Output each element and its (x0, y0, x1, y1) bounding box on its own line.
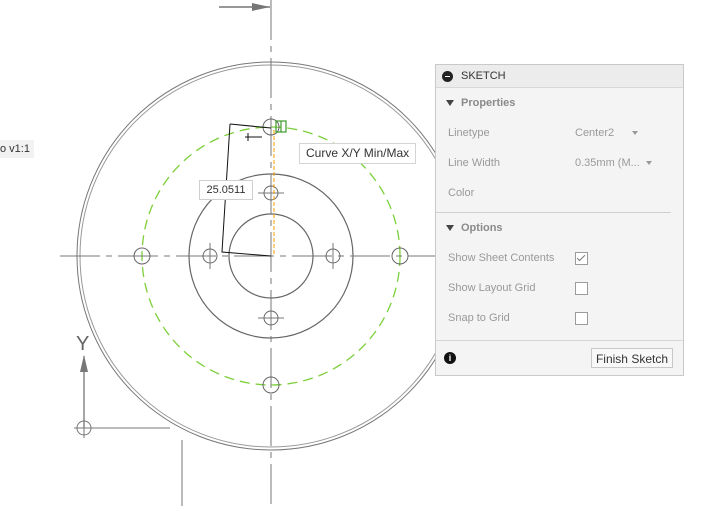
sketch-panel-title: SKETCH (461, 70, 506, 82)
show-layout-grid-checkbox[interactable] (575, 281, 588, 295)
show-layout-grid-label: Show Layout Grid (448, 282, 536, 294)
options-section-header[interactable]: Options (436, 213, 683, 243)
line-width-value: 0.35mm (M... (575, 157, 640, 169)
color-label: Color (448, 187, 475, 199)
sketch-panel-footer: i Finish Sketch (436, 340, 683, 375)
snap-to-grid-checkbox[interactable] (575, 311, 588, 325)
linetype-select[interactable]: Center2 (575, 127, 653, 139)
finish-sketch-button[interactable]: Finish Sketch (590, 348, 673, 368)
snap-to-grid-row: Snap to Grid (436, 303, 683, 333)
dimension-value-box[interactable]: 25.0511 (199, 180, 253, 200)
options-heading: Options (461, 222, 503, 234)
line-width-row: Line Width 0.35mm (M... (436, 148, 683, 178)
chevron-down-icon (446, 225, 454, 231)
properties-heading: Properties (461, 97, 516, 109)
collapse-icon[interactable] (442, 70, 453, 82)
snap-to-grid-label: Snap to Grid (448, 312, 510, 324)
line-width-label: Line Width (448, 157, 500, 169)
dropdown-caret-icon (632, 131, 639, 135)
info-icon[interactable]: i (444, 352, 456, 364)
linetype-value: Center2 (575, 127, 615, 139)
linetype-row: Linetype Center2 (436, 118, 683, 148)
browser-item-label[interactable]: o v1:1 (0, 140, 34, 158)
show-sheet-contents-row: Show Sheet Contents (436, 243, 683, 273)
y-axis-label: Y (76, 333, 89, 355)
sketch-panel: SKETCH Properties Linetype Center2 Line … (435, 64, 684, 376)
snap-tooltip: Curve X/Y Min/Max (299, 143, 417, 164)
sketch-panel-header[interactable]: SKETCH (436, 65, 683, 88)
show-sheet-contents-checkbox[interactable] (575, 251, 588, 265)
chevron-down-icon (446, 100, 454, 106)
line-width-select[interactable]: 0.35mm (M... (575, 157, 653, 169)
properties-section-header[interactable]: Properties (436, 88, 683, 118)
show-layout-grid-row: Show Layout Grid (436, 273, 683, 303)
linetype-label: Linetype (448, 127, 490, 139)
color-row: Color (436, 178, 683, 208)
show-sheet-contents-label: Show Sheet Contents (448, 252, 555, 264)
dropdown-caret-icon (645, 161, 652, 165)
